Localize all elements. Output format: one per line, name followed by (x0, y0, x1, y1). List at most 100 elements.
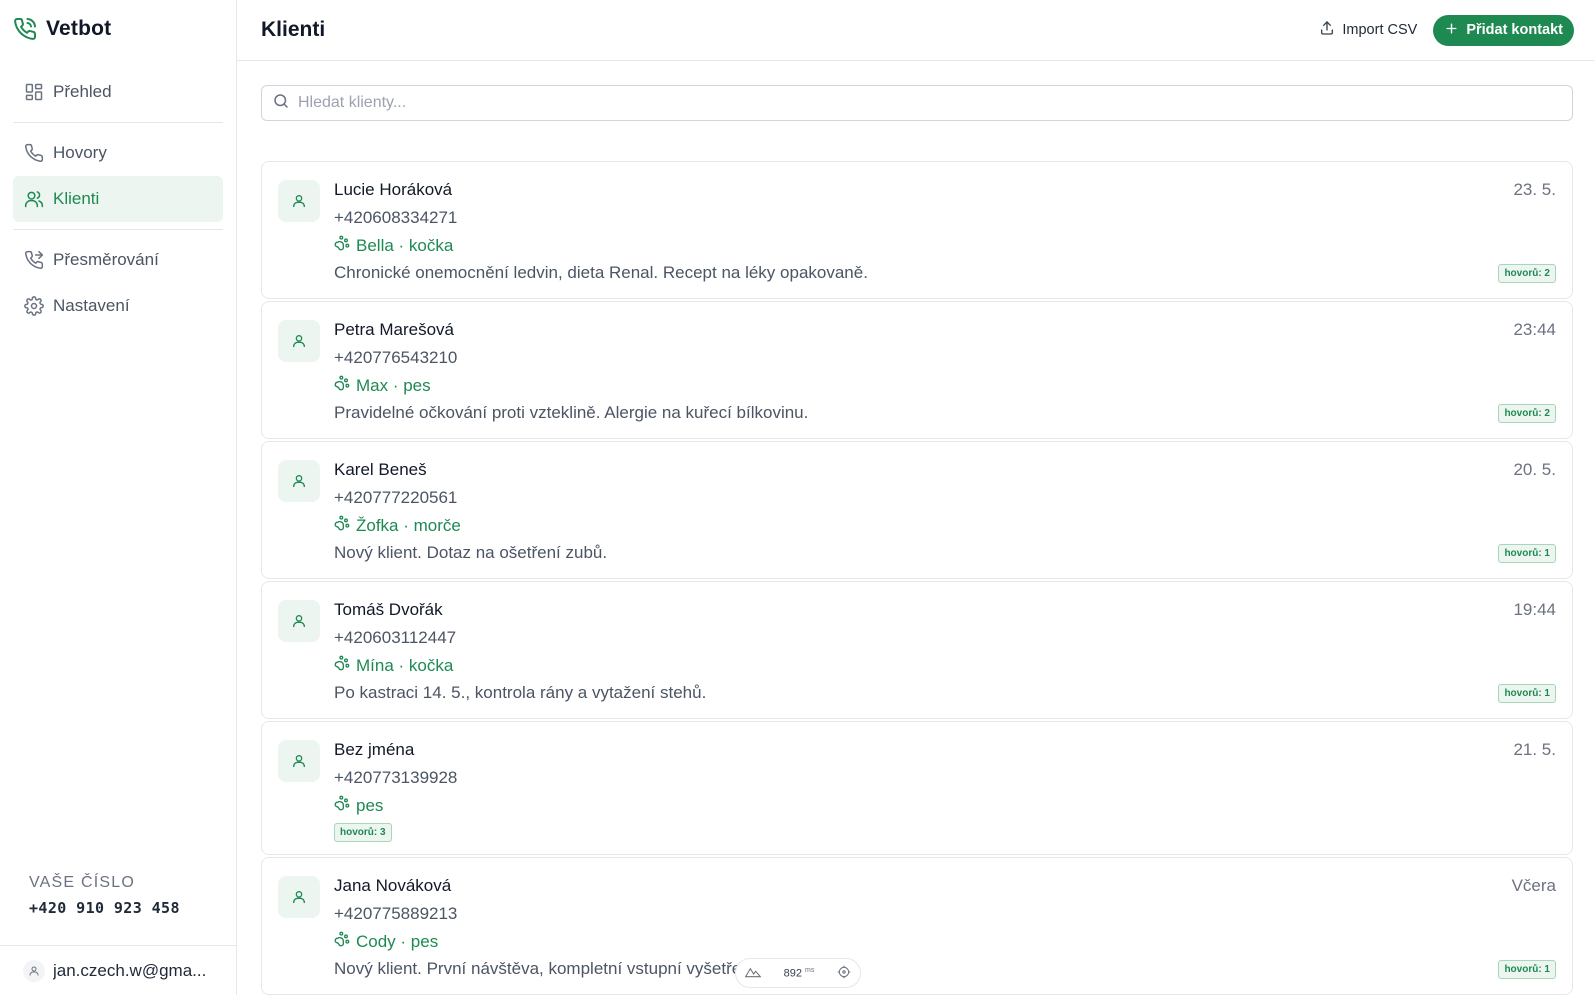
paw-icon (334, 515, 350, 536)
paw-icon (334, 655, 350, 676)
client-phone: +420608334271 (334, 208, 458, 227)
client-phone: +420775889213 (334, 904, 458, 923)
top-actions: Import CSV Přidat kontakt (1319, 14, 1574, 46)
client-phone: +420603112447 (334, 628, 457, 647)
client-date: 19:44 (1513, 600, 1556, 619)
client-name: Bez jména (334, 740, 415, 759)
sidebar-item-label: Přehled (53, 82, 112, 101)
paw-icon (334, 375, 350, 396)
user-email: jan.czech.w@gma... (53, 960, 207, 980)
page-title: Klienti (261, 18, 326, 41)
search-input[interactable] (298, 94, 1548, 112)
perf-readout: 892 ms (784, 967, 815, 980)
client-avatar (278, 740, 320, 782)
import-csv-label: Import CSV (1342, 22, 1418, 38)
client-note: Pravidelné očkování proti vzteklině. Ale… (334, 403, 809, 422)
client-note: Chronické onemocnění ledvin, dieta Renal… (334, 263, 868, 282)
app-root: Vetbot Přehled Hovory Klienti Přesměrová… (0, 0, 1594, 995)
user-menu[interactable]: jan.czech.w@gma... (0, 945, 236, 995)
client-list: Lucie Horáková +420608334271 Bella · koč… (261, 161, 1573, 995)
client-pet-label: Žofka · morče (356, 515, 461, 535)
perf-value: 892 (783, 967, 802, 980)
plus-icon (1445, 22, 1458, 39)
client-date: 21. 5. (1513, 740, 1556, 759)
client-name: Lucie Horáková (334, 180, 453, 199)
client-avatar (278, 876, 320, 918)
your-number-block: VAŠE ČÍSLO +420 910 923 458 (29, 874, 180, 917)
sidebar-item-label: Přesměrování (53, 250, 159, 269)
client-phone: +420776543210 (334, 348, 458, 367)
call-count-badge: hovorů: 1 (1498, 684, 1556, 703)
sidebar-item-label: Klienti (53, 189, 100, 208)
paw-icon (334, 931, 350, 952)
sidebar-item-nastaveni[interactable]: Nastavení (13, 283, 223, 329)
client-date: 20. 5. (1513, 460, 1556, 479)
add-contact-button[interactable]: Přidat kontakt (1433, 14, 1574, 46)
client-card[interactable]: Bez jména +420773139928 pes 21. 5. hovor… (261, 721, 1573, 855)
brand-name: Vetbot (46, 17, 112, 40)
client-avatar (278, 320, 320, 362)
client-pet-label: Mína · kočka (356, 655, 454, 675)
sidebar-nav: Přehled Hovory Klienti Přesměrování Nast… (0, 58, 236, 329)
add-contact-label: Přidat kontakt (1466, 22, 1563, 38)
call-count-badge: hovorů: 2 (1498, 264, 1556, 283)
phone-logo-icon (13, 17, 37, 41)
user-icon (23, 959, 45, 982)
client-name: Petra Marešová (334, 320, 454, 339)
call-count-badge: hovorů: 2 (1498, 404, 1556, 423)
client-pet: Bella · kočka (334, 235, 453, 256)
your-number-label: VAŠE ČÍSLO (29, 874, 135, 891)
client-phone: +420777220561 (334, 488, 458, 507)
upload-icon (1319, 20, 1335, 40)
sidebar-item-hovory[interactable]: Hovory (13, 130, 223, 176)
client-card[interactable]: Karel Beneš +420777220561 Žofka · morče … (261, 441, 1573, 579)
sidebar: Vetbot Přehled Hovory Klienti Přesměrová… (0, 0, 237, 995)
client-pet-label: Bella · kočka (356, 235, 454, 255)
client-date: 23. 5. (1513, 180, 1556, 199)
paw-icon (334, 235, 350, 256)
your-number-value: +420 910 923 458 (29, 899, 180, 917)
call-count-badge: hovorů: 1 (1498, 544, 1556, 563)
call-count-badge: hovorů: 1 (1498, 960, 1556, 979)
brand[interactable]: Vetbot (0, 0, 236, 58)
client-pet: pes (334, 795, 383, 816)
search-box (261, 85, 1573, 121)
target-icon (837, 965, 851, 982)
client-name: Tomáš Dvořák (334, 600, 443, 619)
client-name: Jana Nováková (334, 876, 452, 895)
sidebar-item-label: Nastavení (53, 296, 130, 315)
client-pet: Mína · kočka (334, 655, 453, 676)
client-pet-label: Cody · pes (356, 931, 439, 951)
client-date: Včera (1511, 876, 1556, 895)
search-icon (272, 92, 290, 115)
topbar: Klienti Import CSV Přidat kontakt (237, 0, 1594, 61)
sidebar-item-prehled[interactable]: Přehled (13, 69, 223, 115)
client-card[interactable]: Petra Marešová +420776543210 Max · pes P… (261, 301, 1573, 439)
nav-divider (13, 229, 223, 230)
perf-indicator[interactable]: 892 ms (735, 958, 861, 988)
main-content: Klienti Import CSV Přidat kontakt Hledat… (237, 0, 1594, 995)
client-card[interactable]: Lucie Horáková +420608334271 Bella · koč… (261, 161, 1573, 299)
paw-icon (334, 795, 350, 816)
client-date: 23:44 (1513, 320, 1556, 339)
mountain-icon (744, 966, 762, 981)
sidebar-item-presmerovani[interactable]: Přesměrování (13, 237, 223, 283)
import-csv-button[interactable]: Import CSV (1319, 20, 1417, 40)
phone-icon (24, 143, 44, 163)
client-name: Karel Beneš (334, 460, 427, 479)
sidebar-item-label: Hovory (53, 143, 107, 162)
client-note: Nový klient. Dotaz na ošetření zubů. (334, 543, 608, 562)
sidebar-item-klienti[interactable]: Klienti (13, 176, 223, 222)
client-note: Nový klient. První návštěva, kompletní v… (334, 959, 761, 978)
phone-forward-icon (24, 250, 44, 270)
client-pet-label: Max · pes (356, 375, 431, 395)
nav-divider (13, 122, 223, 123)
dashboard-icon (24, 82, 44, 102)
client-card[interactable]: Tomáš Dvořák +420603112447 Mína · kočka … (261, 581, 1573, 719)
client-pet-label: pes (356, 795, 384, 815)
client-card[interactable]: Jana Nováková +420775889213 Cody · pes N… (261, 857, 1573, 995)
client-pet: Cody · pes (334, 931, 438, 952)
client-pet: Max · pes (334, 375, 431, 396)
client-avatar (278, 180, 320, 222)
client-avatar (278, 600, 320, 642)
